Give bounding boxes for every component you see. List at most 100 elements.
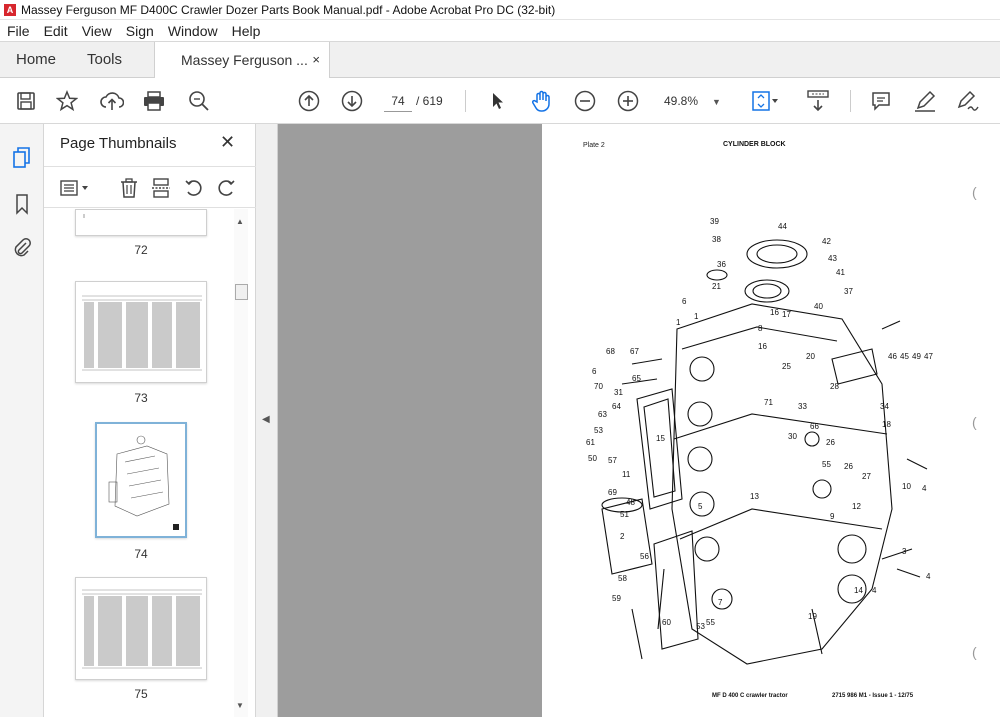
callout-label: 15 [656, 434, 665, 443]
panel-collapse-bar[interactable]: ◀ [256, 124, 278, 717]
callout-label: 45 [900, 352, 909, 361]
page-thumbnails-icon[interactable] [10, 146, 34, 170]
thumbnail-label: 72 [134, 243, 148, 257]
callout-label: 53 [696, 622, 705, 631]
attachments-icon[interactable] [10, 236, 34, 260]
thumbnail-page[interactable] [75, 281, 207, 383]
zoom-level[interactable]: 49.8% [664, 90, 698, 112]
callout-label: 16 [758, 342, 767, 351]
thumbnail-list: 72 73 74 75 [44, 209, 234, 717]
callout-label: 4 [922, 484, 927, 493]
callout-label: 4 [926, 572, 931, 581]
margin-mark: ( [972, 414, 977, 430]
scrolling-mode-icon[interactable] [805, 88, 831, 114]
page-down-icon[interactable] [339, 88, 365, 114]
callout-label: 19 [808, 612, 817, 621]
panel-title: Page Thumbnails [60, 135, 177, 152]
callout-label: 70 [594, 382, 603, 391]
callout-label: 1 [676, 318, 681, 327]
scrollbar-thumb[interactable] [235, 284, 248, 300]
callout-label: 12 [852, 502, 861, 511]
tab-tools[interactable]: Tools [87, 42, 122, 78]
bookmark-star-icon[interactable] [55, 88, 79, 114]
callout-label: 9 [830, 512, 835, 521]
callout-label: 18 [882, 420, 891, 429]
callout-label: 55 [822, 460, 831, 469]
callout-label: 71 [764, 398, 773, 407]
page-total: / 619 [416, 94, 443, 108]
callout-label: 3 [902, 547, 907, 556]
margin-mark: ( [972, 184, 977, 200]
plate-label: Plate 2 [583, 142, 605, 149]
thumbnail-page-selected[interactable] [95, 422, 187, 538]
document-page[interactable]: Plate 2 CYLINDER BLOCK 39 44 38 42 43 36… [542, 124, 1000, 717]
callout-label: 50 [588, 454, 597, 463]
highlight-pen-icon[interactable] [912, 88, 938, 114]
select-pointer-icon[interactable] [487, 88, 509, 114]
menu-window[interactable]: Window [161, 23, 225, 39]
window-title: Massey Ferguson MF D400C Crawler Dozer P… [21, 2, 556, 17]
print-icon[interactable] [142, 88, 166, 114]
save-icon[interactable] [14, 88, 38, 114]
callout-label: 57 [608, 456, 617, 465]
navigation-rail [0, 124, 44, 717]
acrobat-icon: A [4, 3, 16, 16]
hand-tool-icon[interactable] [529, 88, 555, 114]
thumbnail-scrollbar[interactable]: ▲ ▼ [234, 209, 248, 717]
menu-edit[interactable]: Edit [37, 23, 75, 39]
callout-label: 64 [612, 402, 621, 411]
scroll-down-icon[interactable]: ▼ [236, 701, 244, 710]
callout-label: 31 [614, 388, 623, 397]
zoom-in-icon[interactable] [615, 88, 641, 114]
tab-document[interactable]: Massey Ferguson ... × [154, 42, 330, 79]
thumbnail-page[interactable] [75, 577, 207, 680]
toolbar-divider [465, 90, 466, 112]
menu-sign[interactable]: Sign [119, 23, 161, 39]
tab-home[interactable]: Home [16, 42, 56, 78]
rotate-right-icon[interactable] [216, 176, 236, 200]
callout-label: 7 [718, 598, 723, 607]
menu-file[interactable]: File [0, 23, 37, 39]
callout-label: 44 [778, 222, 787, 231]
rotate-left-icon[interactable] [184, 176, 204, 200]
callout-label: 65 [632, 374, 641, 383]
callout-label: 13 [750, 492, 759, 501]
zoom-out-icon[interactable] [572, 88, 598, 114]
callout-label: 69 [608, 488, 617, 497]
callout-label: 66 [810, 422, 819, 431]
page-up-icon[interactable] [296, 88, 322, 114]
page-footer-issue: 2715 986 M1 - Issue 1 - 12/75 [832, 693, 914, 699]
menu-help[interactable]: Help [225, 23, 268, 39]
comment-icon[interactable] [869, 88, 893, 114]
callout-label: 42 [822, 237, 831, 246]
callout-label: 27 [862, 472, 871, 481]
callout-label: 46 [888, 352, 897, 361]
bookmarks-icon[interactable] [10, 192, 34, 216]
toolbar-divider [850, 90, 851, 112]
close-tab-icon[interactable]: × [312, 42, 320, 78]
trash-icon[interactable] [120, 176, 138, 200]
page-footer-model: MF D 400 C crawler tractor [712, 693, 788, 699]
fit-page-icon[interactable] [750, 88, 780, 114]
insert-page-icon[interactable] [151, 176, 171, 200]
options-menu-icon[interactable] [60, 176, 90, 200]
zoom-search-icon[interactable] [187, 88, 211, 114]
chevron-down-icon[interactable]: ▼ [712, 91, 721, 113]
upload-cloud-icon[interactable] [99, 88, 125, 114]
callout-label: 14 [854, 586, 863, 595]
sign-icon[interactable] [955, 88, 981, 114]
callout-label: 39 [710, 217, 719, 226]
thumbnail-page[interactable] [75, 209, 207, 236]
callout-label: 20 [806, 352, 815, 361]
callout-label: 48 [626, 498, 635, 507]
close-icon[interactable]: ✕ [220, 132, 235, 153]
callout-label: 21 [712, 282, 721, 291]
callout-label: 55 [706, 618, 715, 627]
thumbnail-label: 75 [134, 687, 148, 701]
collapse-arrow-icon[interactable]: ◀ [262, 414, 270, 425]
callout-label: 8 [758, 324, 763, 333]
menu-view[interactable]: View [75, 23, 119, 39]
page-number-input[interactable]: 74 [384, 90, 412, 112]
callout-label: 38 [712, 235, 721, 244]
scroll-up-icon[interactable]: ▲ [236, 217, 244, 226]
